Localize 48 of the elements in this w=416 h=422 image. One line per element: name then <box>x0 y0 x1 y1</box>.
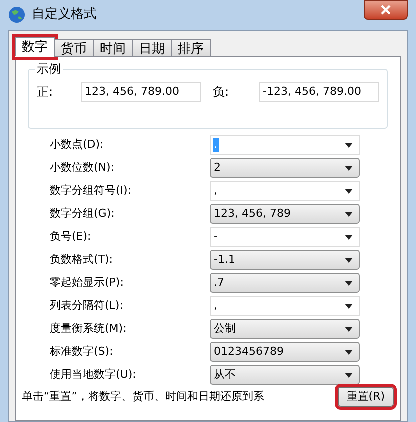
close-icon <box>381 5 391 15</box>
dropdown-field[interactable]: 123, 456, 789 <box>210 204 360 224</box>
setting-label: 度量衡系统(M): <box>49 320 128 337</box>
setting-label: 零起始显示(P): <box>49 274 125 291</box>
dropdown-field[interactable]: - <box>210 227 360 247</box>
dropdown-field[interactable]: 0123456789 <box>210 342 360 362</box>
setting-label: 负数格式(T): <box>49 252 114 268</box>
dropdown-field[interactable]: .7 <box>210 273 360 293</box>
setting-label: 使用当地数字(U): <box>49 366 138 383</box>
dropdown-arrow-icon <box>345 326 353 332</box>
reset-button[interactable]: 重置(R) <box>338 387 394 407</box>
field-label: 正: <box>37 84 54 101</box>
sample-field: 123, 456, 789.00 <box>81 82 201 102</box>
dropdown-arrow-icon <box>345 142 353 148</box>
dropdown-arrow-icon <box>345 258 353 262</box>
globe-icon <box>8 6 26 24</box>
tab[interactable]: 数字 <box>15 37 55 57</box>
window-title: 自定义格式 <box>32 6 97 24</box>
dropdown-arrow-icon <box>345 212 353 216</box>
close-button[interactable] <box>364 0 408 20</box>
dropdown-field[interactable]: 2 <box>210 158 360 178</box>
field-label: 负: <box>213 84 230 101</box>
dropdown-field[interactable]: 公制 <box>210 319 360 339</box>
footer-text: 单击“重置”，将数字、货币、时间和日期还原到系 <box>22 388 264 405</box>
dropdown-arrow-icon <box>345 234 353 240</box>
tab[interactable]: 时间 <box>93 39 133 57</box>
setting-label: 数字分组符号(I): <box>49 182 133 199</box>
dropdown-field[interactable]: -1.1 <box>210 250 360 270</box>
setting-label: 负号(E): <box>49 228 92 245</box>
setting-label: 数字分组(G): <box>49 206 116 222</box>
group-title: 示例 <box>35 61 63 77</box>
dropdown-arrow-icon <box>345 350 353 354</box>
tab[interactable]: 排序 <box>171 39 211 57</box>
setting-label: 小数点(D): <box>49 136 105 153</box>
dropdown-arrow-icon <box>345 188 353 194</box>
setting-label: 小数位数(N): <box>49 160 116 176</box>
dropdown-arrow-icon <box>345 166 353 170</box>
setting-label: 标准数字(S): <box>49 344 114 360</box>
dropdown-field[interactable]: , <box>210 296 360 316</box>
dropdown-arrow-icon <box>345 280 353 286</box>
dropdown-field[interactable]: , <box>210 181 360 201</box>
setting-label: 列表分隔符(L): <box>49 298 124 314</box>
sample-field: -123, 456, 789.00 <box>259 82 379 102</box>
dropdown-arrow-icon <box>345 372 353 378</box>
tab[interactable]: 货币 <box>54 39 94 57</box>
tab[interactable]: 日期 <box>132 39 172 57</box>
dropdown-field[interactable]: 从不 <box>210 365 360 385</box>
dropdown-arrow-icon <box>345 304 353 308</box>
